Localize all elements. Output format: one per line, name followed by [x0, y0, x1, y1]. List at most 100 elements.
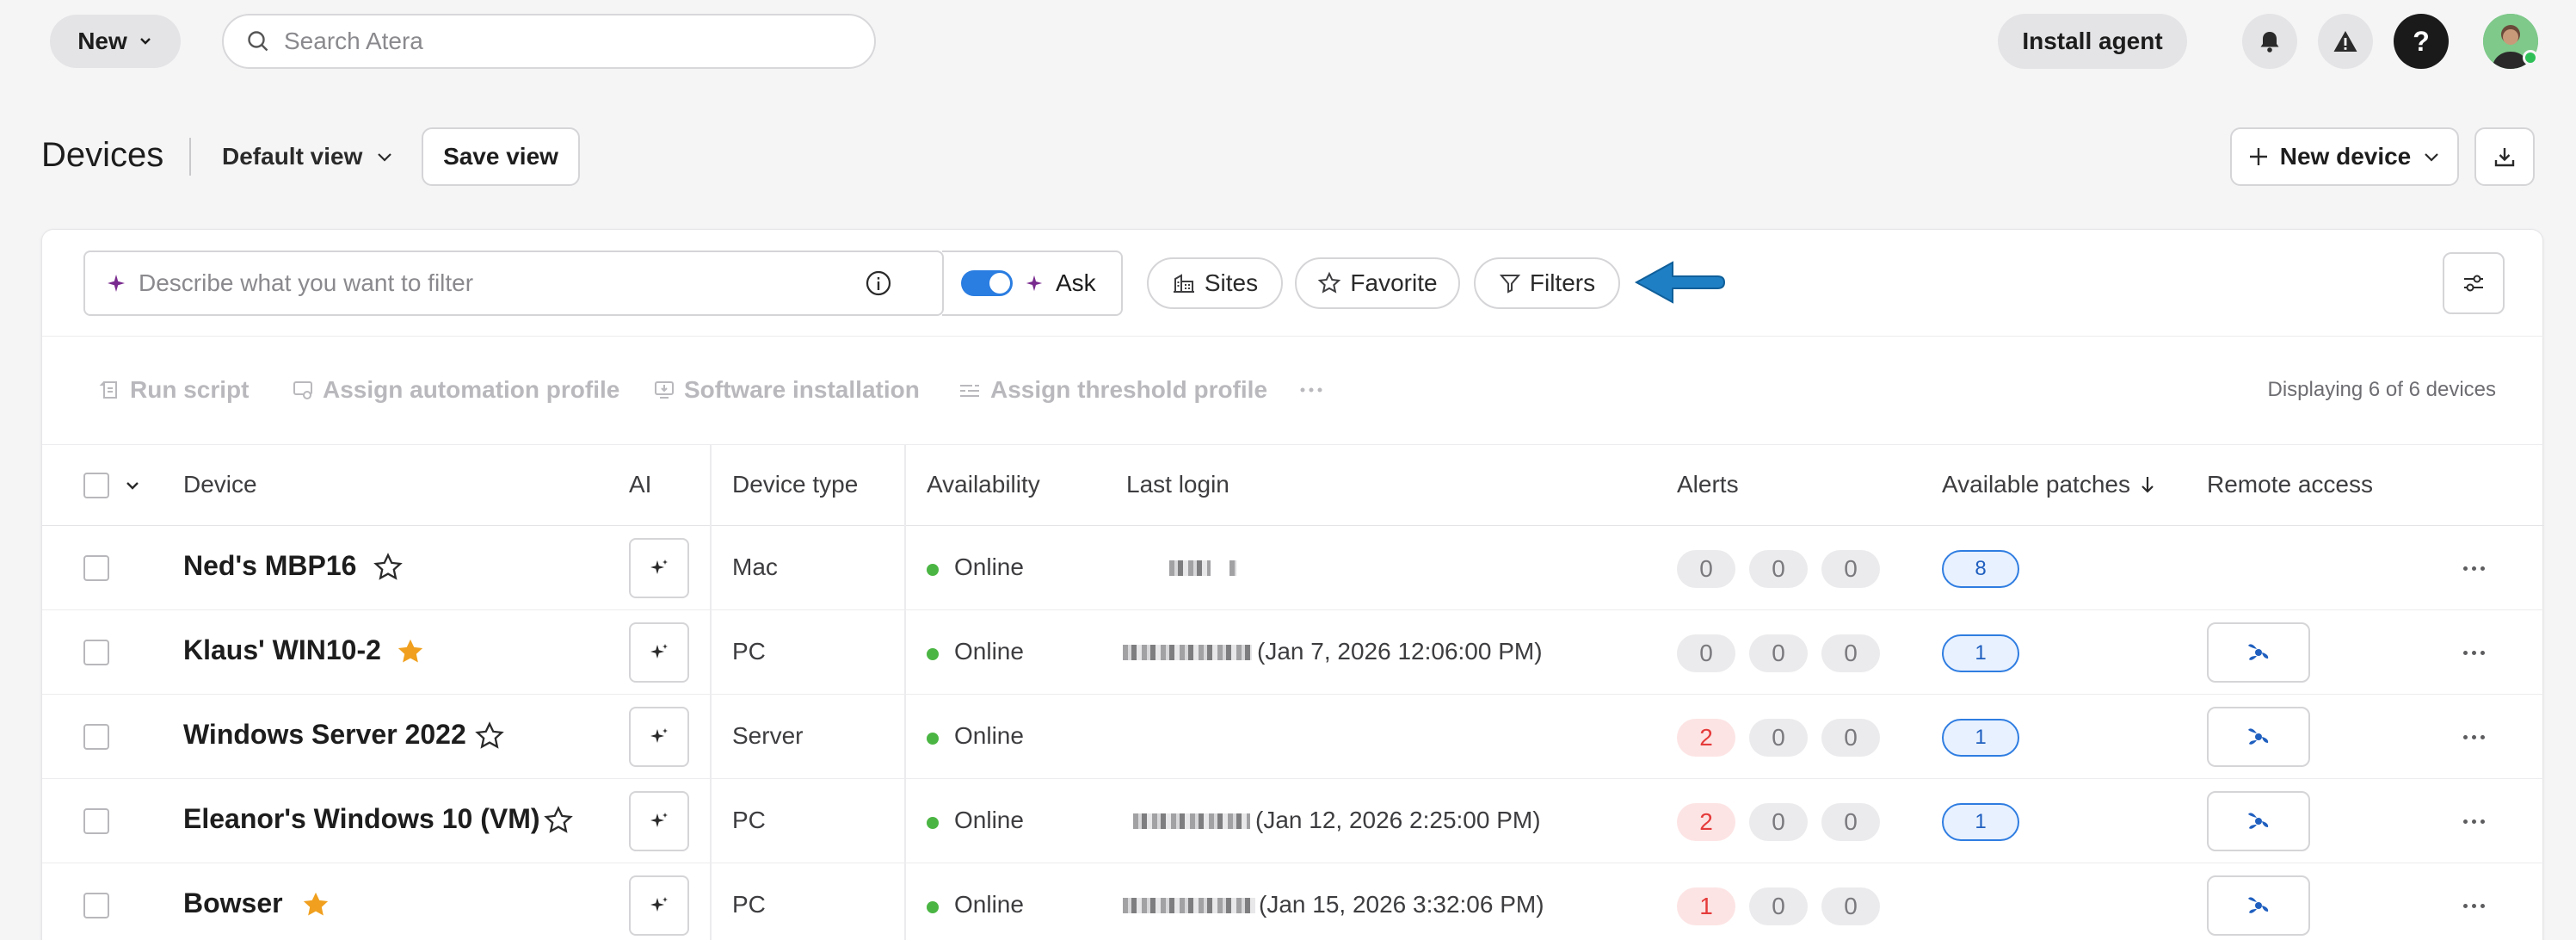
- row-checkbox[interactable]: [83, 808, 109, 834]
- row-menu-button[interactable]: [2456, 808, 2491, 834]
- view-selector[interactable]: Default view: [222, 138, 395, 176]
- table-row[interactable]: Windows Server 2022 Server Online 2 0 0 …: [42, 695, 2544, 779]
- column-settings-button[interactable]: [2443, 252, 2505, 314]
- alert-count-critical[interactable]: 2: [1677, 719, 1735, 757]
- device-type: Server: [732, 722, 804, 749]
- alert-count-critical[interactable]: 2: [1677, 803, 1735, 841]
- device-name[interactable]: Klaus' WIN10-2: [183, 634, 381, 666]
- view-label: Default view: [222, 143, 363, 170]
- devices-card: Ask Sites Favorite Filters: [41, 229, 2544, 940]
- alert-count-warning[interactable]: 0: [1749, 634, 1808, 672]
- select-all-checkbox[interactable]: [83, 473, 109, 498]
- alert-count-info[interactable]: 0: [1821, 887, 1880, 925]
- star-filled-icon[interactable]: [395, 636, 426, 667]
- alert-count-warning[interactable]: 0: [1749, 803, 1808, 841]
- new-device-button[interactable]: New device: [2230, 127, 2459, 186]
- row-checkbox[interactable]: [83, 640, 109, 665]
- alerts-button[interactable]: [2318, 14, 2373, 69]
- ai-assist-button[interactable]: [629, 707, 689, 767]
- new-menu-button[interactable]: New: [50, 15, 181, 68]
- row-menu-button[interactable]: [2456, 640, 2491, 665]
- more-actions-button[interactable]: [1298, 371, 1324, 409]
- ai-filter-input[interactable]: [139, 269, 853, 297]
- ai-filter-box[interactable]: [83, 250, 944, 316]
- column-available-patches[interactable]: Available patches: [1942, 471, 2156, 498]
- ask-control[interactable]: Ask: [942, 250, 1123, 316]
- alert-count-warning[interactable]: 0: [1749, 719, 1808, 757]
- column-remote-access[interactable]: Remote access: [2207, 471, 2373, 498]
- alert-count-critical[interactable]: 1: [1677, 887, 1735, 925]
- device-name[interactable]: Eleanor's Windows 10 (VM): [183, 803, 540, 835]
- table-header: Device AI Device type Availability Last …: [42, 445, 2544, 526]
- row-menu-button[interactable]: [2456, 724, 2491, 750]
- remote-access-button[interactable]: [2207, 791, 2310, 851]
- search-bar[interactable]: [222, 14, 876, 69]
- alert-count-warning[interactable]: 0: [1749, 887, 1808, 925]
- chevron-down-icon: [374, 146, 395, 167]
- star-outline-icon[interactable]: [543, 805, 574, 836]
- export-button[interactable]: [2474, 127, 2535, 186]
- row-checkbox[interactable]: [83, 555, 109, 581]
- remote-access-button[interactable]: [2207, 707, 2310, 767]
- patches-badge[interactable]: 1: [1942, 719, 2019, 757]
- patches-badge[interactable]: 1: [1942, 803, 2019, 841]
- column-ai[interactable]: AI: [629, 471, 651, 498]
- row-checkbox[interactable]: [83, 893, 109, 918]
- ai-assist-button[interactable]: [629, 622, 689, 683]
- ai-assist-button[interactable]: [629, 538, 689, 598]
- star-outline-icon[interactable]: [373, 552, 404, 583]
- save-view-button[interactable]: Save view: [422, 127, 580, 186]
- table-row[interactable]: Klaus' WIN10-2 PC Online (Jan 7, 2026 12…: [42, 610, 2544, 695]
- favorite-filter-button[interactable]: Favorite: [1295, 257, 1460, 309]
- remote-access-button[interactable]: [2207, 875, 2310, 936]
- assign-threshold-action[interactable]: Assign threshold profile: [958, 371, 1267, 409]
- info-icon[interactable]: [865, 269, 892, 297]
- script-icon: [99, 379, 121, 401]
- remote-connect-icon: [2244, 722, 2273, 751]
- column-availability[interactable]: Availability: [927, 471, 1040, 498]
- table-row[interactable]: Bowser PC Online (Jan 15, 2026 3:32:06 P…: [42, 863, 2544, 940]
- alert-count-info[interactable]: 0: [1821, 719, 1880, 757]
- column-last-login[interactable]: Last login: [1126, 471, 1229, 498]
- patches-badge[interactable]: 8: [1942, 550, 2019, 588]
- device-name[interactable]: Bowser: [183, 887, 283, 919]
- ai-assist-button[interactable]: [629, 791, 689, 851]
- device-name[interactable]: Ned's MBP16: [183, 550, 356, 582]
- row-menu-button[interactable]: [2456, 555, 2491, 581]
- help-button[interactable]: ?: [2394, 14, 2449, 69]
- device-name[interactable]: Windows Server 2022: [183, 719, 466, 751]
- alert-count-info[interactable]: 0: [1821, 803, 1880, 841]
- patches-badge[interactable]: 1: [1942, 634, 2019, 672]
- chevron-down-icon[interactable]: [123, 476, 142, 495]
- notifications-button[interactable]: [2242, 14, 2297, 69]
- star-filled-icon[interactable]: [300, 889, 331, 920]
- install-agent-button[interactable]: Install agent: [1998, 14, 2187, 69]
- row-checkbox[interactable]: [83, 724, 109, 750]
- alert-count-warning[interactable]: 0: [1749, 550, 1808, 588]
- online-status-dot: [927, 648, 939, 660]
- device-type: PC: [732, 807, 766, 833]
- ask-toggle[interactable]: [961, 270, 1013, 296]
- assign-automation-action[interactable]: Assign automation profile: [292, 371, 619, 409]
- alert-count-critical[interactable]: 0: [1677, 550, 1735, 588]
- sites-filter-button[interactable]: Sites: [1147, 257, 1283, 309]
- search-input[interactable]: [284, 28, 852, 55]
- filters-label: Filters: [1529, 269, 1596, 296]
- filters-button[interactable]: Filters: [1474, 257, 1620, 309]
- alert-count-info[interactable]: 0: [1821, 634, 1880, 672]
- table-row[interactable]: Eleanor's Windows 10 (VM) PC Online (Jan…: [42, 779, 2544, 863]
- alert-count-info[interactable]: 0: [1821, 550, 1880, 588]
- column-alerts[interactable]: Alerts: [1677, 471, 1739, 498]
- software-installation-action[interactable]: Software installation: [653, 371, 920, 409]
- star-outline-icon[interactable]: [474, 720, 505, 751]
- column-device[interactable]: Device: [183, 471, 257, 498]
- sparkle-icon: [648, 810, 670, 832]
- ai-assist-button[interactable]: [629, 875, 689, 936]
- column-device-type[interactable]: Device type: [732, 471, 858, 498]
- table-row[interactable]: Ned's MBP16 Mac Online 0 0 0 8: [42, 526, 2544, 610]
- alert-count-critical[interactable]: 0: [1677, 634, 1735, 672]
- run-script-action[interactable]: Run script: [99, 371, 249, 409]
- remote-access-button[interactable]: [2207, 622, 2310, 683]
- warning-icon: [2333, 28, 2358, 54]
- row-menu-button[interactable]: [2456, 893, 2491, 918]
